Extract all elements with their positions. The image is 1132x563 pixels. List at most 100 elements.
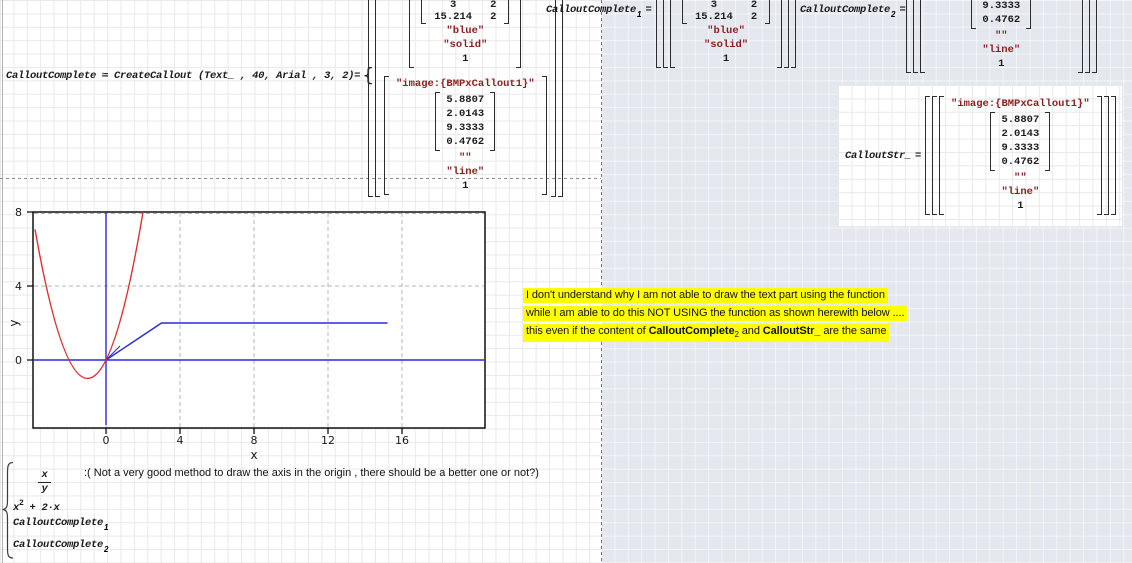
- note-line-2: while I am able to do this NOT USING the…: [523, 306, 907, 321]
- x-axis-label: x: [250, 448, 257, 462]
- smath-worksheet: { "workspace": { "page_bg": "#ffffff", "…: [0, 0, 1132, 563]
- scale-number: 1: [998, 58, 1004, 71]
- bracket-left-icon: [435, 92, 440, 151]
- color-string: "blue": [446, 25, 484, 38]
- vector-value: 9.3333: [982, 0, 1020, 13]
- matrix-cell: 2: [751, 11, 757, 23]
- x-tick-label: 0: [103, 434, 110, 447]
- empty-string: "": [995, 30, 1008, 43]
- matrix-cell: 2: [490, 11, 496, 23]
- note-line-1: I don't understand why I am not able to …: [523, 288, 888, 303]
- page-margin-line[interactable]: [601, 0, 602, 563]
- bracket-right-icon: [1026, 0, 1031, 29]
- vector-value: 2.0143: [446, 108, 484, 121]
- style-string: "line": [1001, 186, 1039, 199]
- variable-name: CalloutComplete: [13, 517, 103, 529]
- subscript: 2: [891, 10, 895, 19]
- bracket-left-icon: [971, 0, 976, 29]
- plain-note-region[interactable]: :( Not a very good method to draw the ax…: [84, 467, 539, 479]
- callout2-result-structure[interactable]: "image:{BMPxCallout1}" 5.8807 2.0143 9.3…: [906, 0, 1097, 73]
- vector-value: 9.3333: [446, 122, 484, 135]
- x-tick-label: 4: [177, 434, 184, 447]
- bracket-right-icon: [558, 0, 563, 197]
- matrix-cell: 15.214: [695, 11, 733, 23]
- bbox-matrix: 3 2 15.214 2: [689, 0, 763, 24]
- x-tick-label: 8: [251, 434, 258, 447]
- system-item-callout1[interactable]: CalloutComplete 1: [13, 517, 109, 529]
- bracket-left-icon: [421, 0, 426, 24]
- calloutstr-region[interactable]: CalloutStr_ = "image:{BMPxCallout1}" 5.8…: [838, 85, 1122, 226]
- y-tick-label: 4: [15, 280, 22, 293]
- system-item-fraction[interactable]: x y: [38, 464, 51, 495]
- x-tick-label: 12: [321, 434, 335, 447]
- empty-string: "": [1014, 172, 1027, 185]
- subscript: 2: [104, 545, 108, 554]
- x-tick-label: 16: [395, 434, 409, 447]
- scale-number: 1: [723, 53, 729, 66]
- matrix-cell: 3: [711, 0, 717, 11]
- y-tick-label: 0: [15, 354, 22, 367]
- image-string: "image:{BMPxCallout1}": [396, 78, 535, 91]
- y-axis-label: y: [7, 319, 21, 326]
- bracket-right-icon: [516, 0, 521, 68]
- y-tick-label: 8: [15, 206, 22, 219]
- variable-name: CalloutStr_: [845, 150, 911, 162]
- callout-element-1: 3 2 15.214 2 "blue" "solid" 1: [409, 0, 521, 68]
- bracket-right-icon: [1085, 0, 1090, 73]
- bracket-left-icon: [682, 0, 687, 24]
- plot-frame: [33, 212, 485, 428]
- bracket-left-icon: [939, 96, 944, 215]
- bracket-right-icon: [551, 0, 556, 197]
- calloutstr-result-structure: "image:{BMPxCallout1}" 5.8807 2.0143 9.3…: [925, 96, 1116, 215]
- bracket-right-icon: [1111, 96, 1116, 215]
- bracket-right-icon: [777, 0, 782, 68]
- scale-number: 1: [462, 180, 468, 193]
- bracket-left-icon: [920, 0, 925, 73]
- bracket-left-icon: [925, 96, 930, 215]
- fraction-denominator: y: [41, 484, 47, 495]
- color-string: "blue": [707, 25, 745, 38]
- bracket-right-icon: [1078, 0, 1083, 73]
- callout-element-2: "image:{BMPxCallout1}" 5.8807 2.0143 9.3…: [384, 76, 547, 195]
- system-item-polynomial[interactable]: x2 + 2·x: [13, 497, 60, 515]
- main-definition-text: CalloutComplete ≔ CreateCallout (Text_ ,…: [6, 69, 360, 82]
- bracket-left-icon: [368, 0, 373, 197]
- bracket-right-icon: [1104, 96, 1109, 215]
- callout1-label[interactable]: CalloutComplete 1 =: [546, 4, 651, 16]
- bracket-left-icon: [409, 0, 414, 68]
- equals-sign: =: [915, 150, 921, 162]
- subscript: 1: [637, 10, 641, 19]
- callout-element-2: "image:{BMPxCallout1}" 5.8807 2.0143 9.3…: [920, 0, 1083, 73]
- system-item-callout2[interactable]: CalloutComplete 2: [13, 539, 109, 551]
- main-result-structure[interactable]: 3 2 15.214 2 "blue" "solid" 1: [368, 0, 563, 197]
- vector-value: 5.8807: [446, 94, 484, 107]
- bracket-left-icon: [906, 0, 911, 73]
- main-definition-region[interactable]: CalloutComplete ≔ CreateCallout (Text_ ,…: [6, 64, 374, 86]
- poly-exponent: 2: [19, 499, 24, 508]
- vector-value: 0.4762: [1001, 156, 1039, 169]
- scale-number: 1: [462, 53, 468, 66]
- callout1-result-structure[interactable]: 3 2 15.214 2 "blue" "solid" 1: [656, 0, 796, 68]
- bracket-right-icon: [542, 76, 547, 195]
- variable-name: CalloutComplete: [800, 4, 890, 16]
- bracket-left-icon: [932, 96, 937, 215]
- vector-value: 2.0143: [1001, 128, 1039, 141]
- equals-sign: =: [899, 4, 905, 16]
- bracket-right-icon: [791, 0, 796, 68]
- image-string: "image:{BMPxCallout1}": [951, 98, 1090, 111]
- bracket-left-icon: [913, 0, 918, 73]
- vector-value: 0.4762: [446, 136, 484, 149]
- bracket-left-icon: [990, 112, 995, 171]
- bbox-matrix: 3 2 15.214 2: [428, 0, 502, 24]
- callout-element-2: "image:{BMPxCallout1}" 5.8807 2.0143 9.3…: [939, 96, 1102, 215]
- matrix-cell: 2: [490, 0, 496, 11]
- style-string: "line": [982, 44, 1020, 57]
- poly-rest: + 2·x: [24, 502, 60, 514]
- matrix-cell: 3: [450, 0, 456, 11]
- xy-plot-region[interactable]: 8 4 0 0 4 8 12 16 x y: [0, 205, 500, 463]
- style-string: "solid": [443, 39, 487, 52]
- bracket-left-icon: [663, 0, 668, 68]
- yellow-note-region[interactable]: I don't understand why I am not able to …: [523, 288, 907, 345]
- callout2-label[interactable]: CalloutComplete 2 =: [800, 4, 905, 16]
- bracket-left-icon: [375, 0, 380, 197]
